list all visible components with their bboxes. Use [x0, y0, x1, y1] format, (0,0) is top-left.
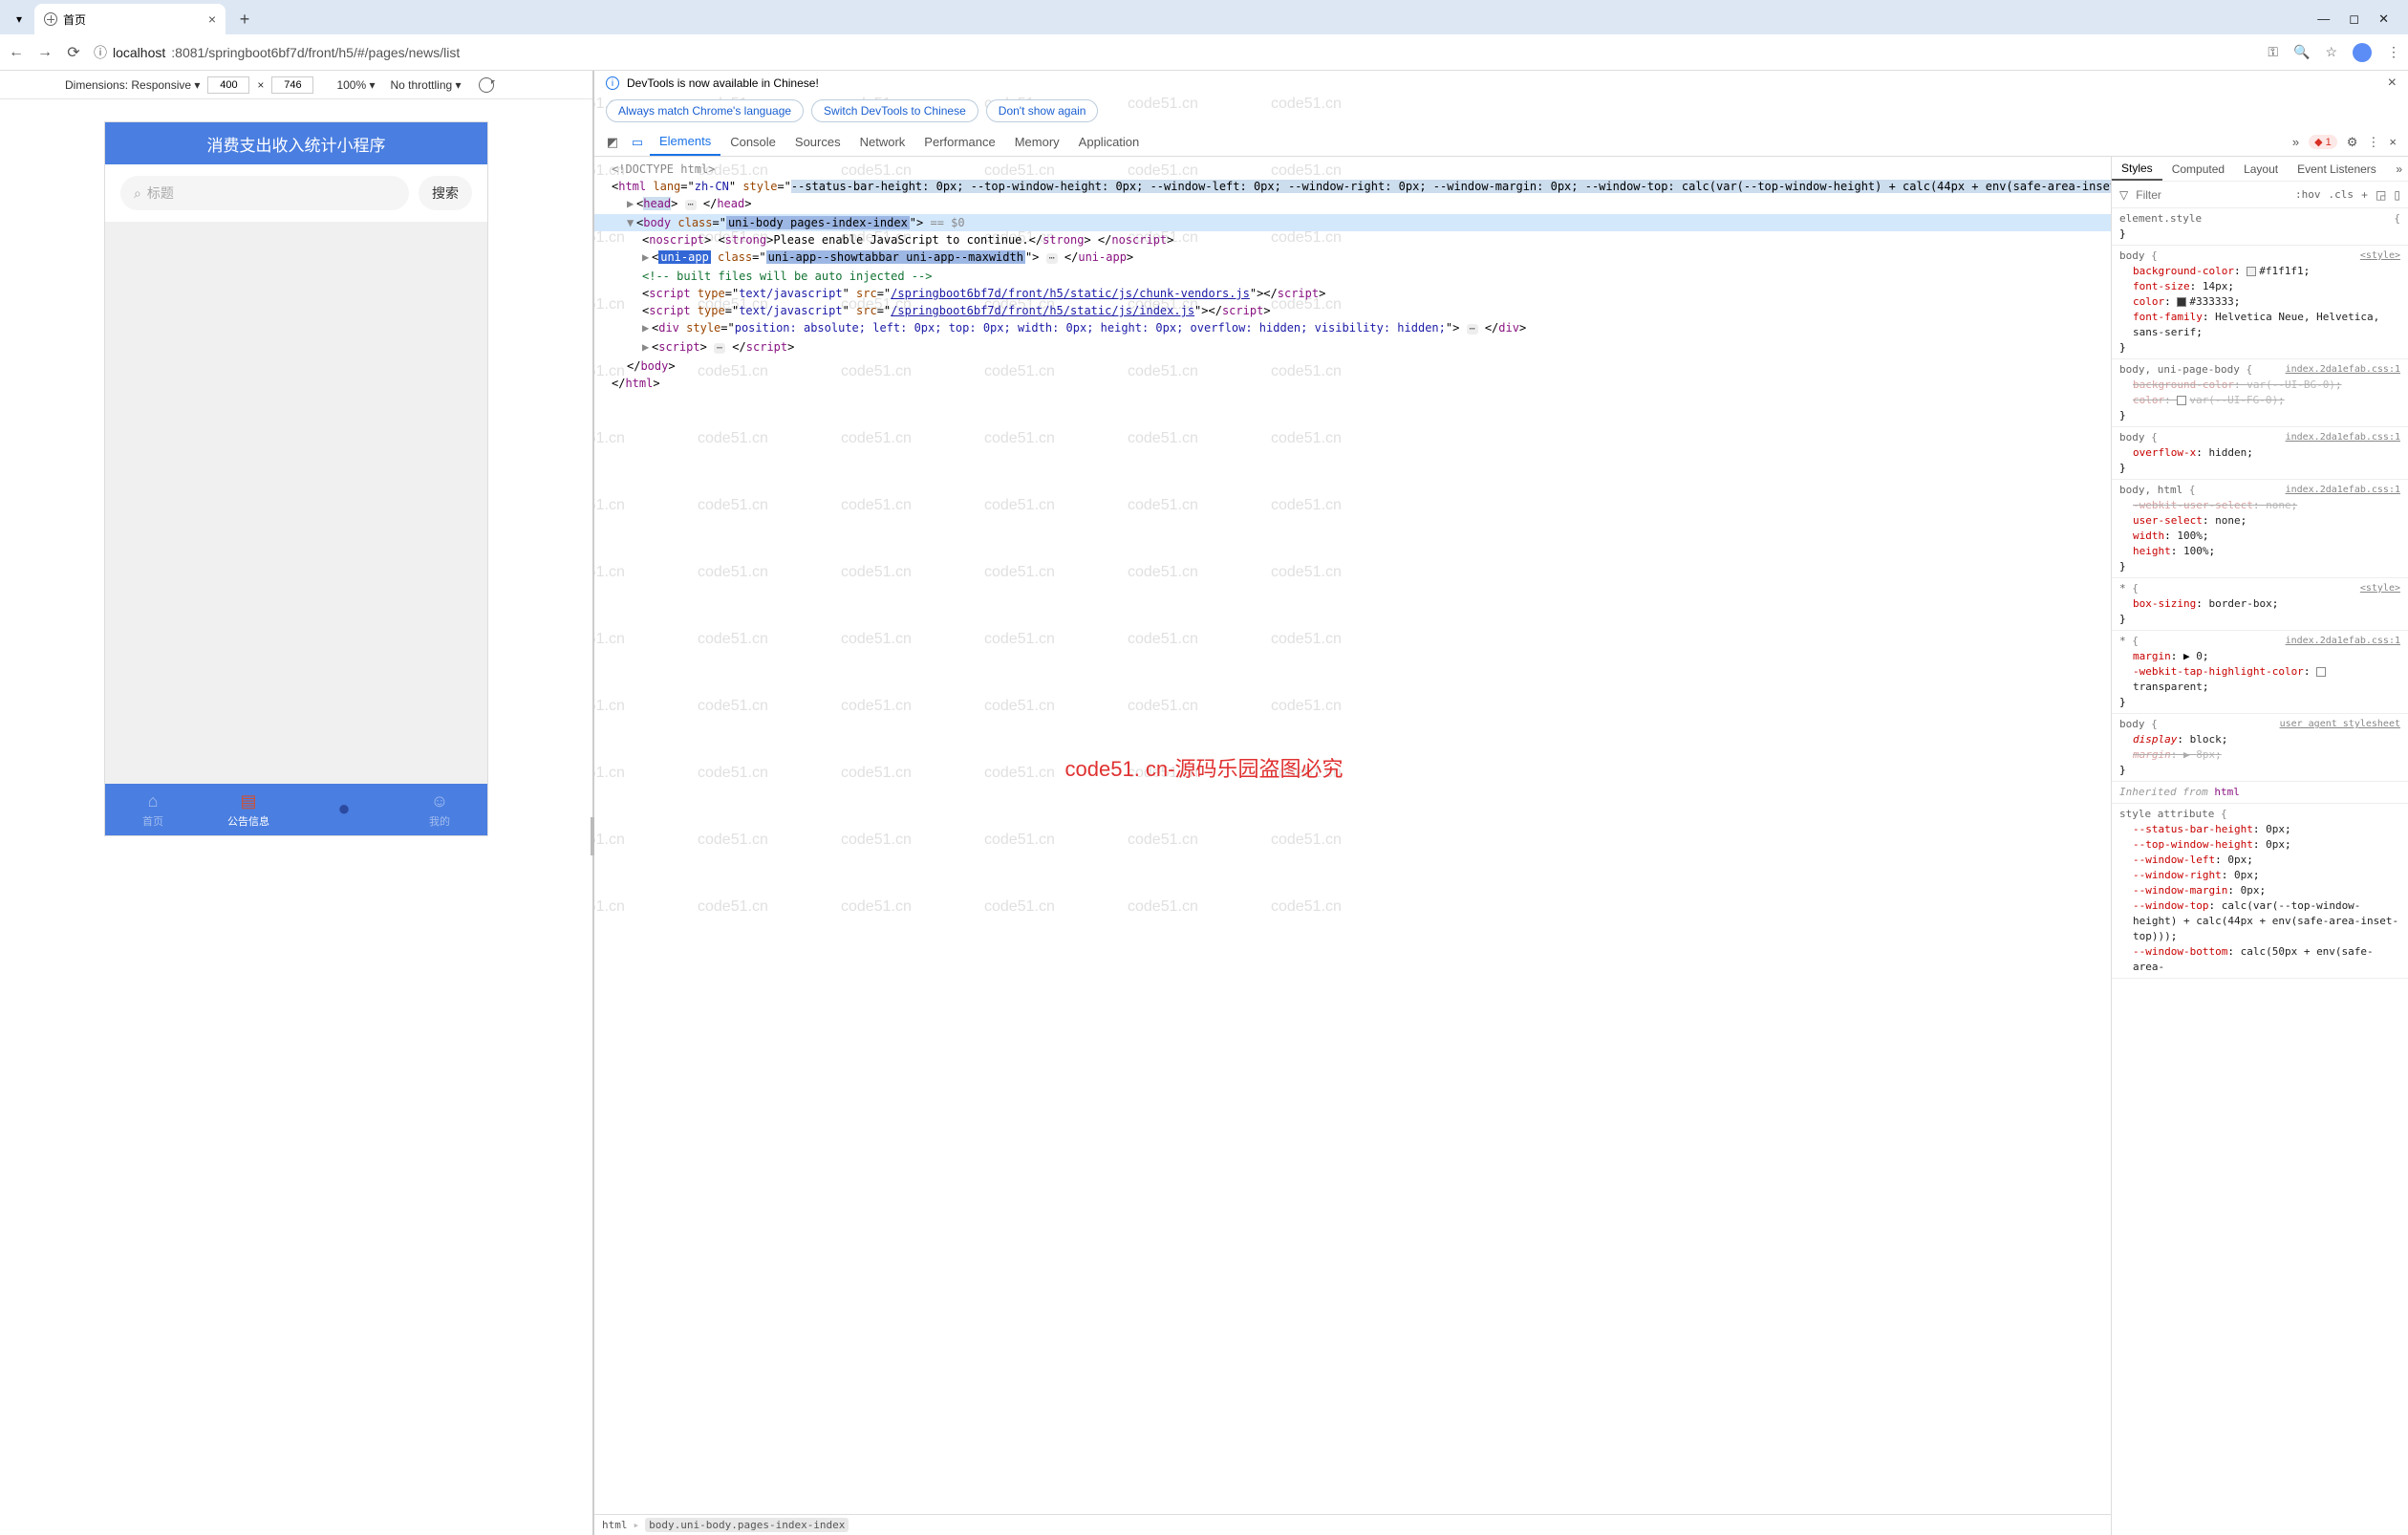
toggle-pane-icon[interactable]: ▯ [2394, 188, 2400, 202]
notice-text: DevTools is now available in Chinese! [627, 76, 819, 90]
dimensions-dropdown[interactable]: Dimensions: Responsive ▾ [65, 78, 200, 92]
globe-icon [44, 12, 57, 26]
tab-application[interactable]: Application [1069, 128, 1150, 156]
tab-elements[interactable]: Elements [650, 128, 720, 156]
user-icon: ☺ [431, 791, 448, 811]
address-bar: ← → ⟳ ⓘ localhost :8081/springboot6bf7d/f… [0, 34, 2408, 71]
filter-icon: ▽ [2119, 188, 2128, 202]
more-tabs-icon[interactable]: » [2292, 135, 2299, 149]
device-toolbar: Dimensions: Responsive ▾ × 100% ▾ No thr… [0, 71, 592, 99]
news-icon: ▤ [240, 791, 256, 811]
filter-input[interactable] [2136, 188, 2288, 202]
crumb-body[interactable]: body.uni-body.pages-index-index [645, 1518, 849, 1532]
tabbar-news[interactable]: ▤ 公告信息 [201, 784, 296, 835]
maximize-icon[interactable]: ◻ [2349, 11, 2359, 27]
new-rule-icon[interactable]: + [2361, 188, 2368, 202]
kebab-icon[interactable]: ⋮ [2367, 135, 2379, 150]
tab-network[interactable]: Network [850, 128, 915, 156]
search-input[interactable]: ⌕ 标题 [120, 176, 409, 210]
tab-performance[interactable]: Performance [914, 128, 1004, 156]
cls-toggle[interactable]: .cls [2329, 188, 2354, 201]
tabbar-mine[interactable]: ☺ 我的 [392, 784, 487, 835]
throttling-dropdown[interactable]: No throttling ▾ [391, 78, 462, 92]
device-toggle-icon[interactable]: ▭ [625, 128, 650, 156]
menu-icon[interactable]: ⋮ [2387, 44, 2400, 60]
url-field[interactable]: ⓘ localhost :8081/springboot6bf7d/front/h… [94, 43, 2256, 62]
new-tab-button[interactable]: + [231, 6, 258, 32]
dom-tree[interactable]: <!DOCTYPE html> <html lang="zh-CN" style… [594, 157, 2111, 1514]
zoom-icon[interactable]: 🔍 [2293, 44, 2310, 60]
tab-title: 首页 [63, 11, 86, 28]
tab-console[interactable]: Console [720, 128, 785, 156]
tab-list-dropdown[interactable]: ▾ [8, 8, 31, 31]
hov-toggle[interactable]: :hov [2295, 188, 2321, 201]
center-icon: ● [337, 796, 350, 821]
info-icon: i [606, 76, 619, 90]
browser-tab[interactable]: 首页 × [34, 4, 226, 34]
browser-titlebar: ▾ 首页 × + — ◻ ✕ [0, 0, 2408, 34]
notice-buttons: Always match Chrome's language Switch De… [594, 94, 2408, 128]
password-icon[interactable]: ⚿ [2268, 44, 2278, 60]
rotate-icon[interactable] [475, 74, 497, 96]
close-devtools-icon[interactable]: × [2389, 135, 2397, 149]
devtools-tabs: ◩ ▭ Elements Console Sources Network Per… [594, 128, 2408, 157]
tab-sources[interactable]: Sources [785, 128, 850, 156]
back-icon[interactable]: ← [8, 44, 25, 61]
phone-frame: 消费支出收入统计小程序 ⌕ 标题 搜索 ⌂ 首页 [105, 122, 487, 835]
profile-avatar[interactable] [2353, 43, 2372, 62]
styles-filter-row: ▽ :hov .cls + ◲ ▯ [2112, 182, 2408, 208]
minimize-icon[interactable]: — [2317, 11, 2330, 27]
dimension-separator: × [257, 78, 264, 92]
styles-tab-styles[interactable]: Styles [2112, 157, 2162, 181]
close-notice-icon[interactable]: × [2388, 75, 2397, 92]
width-input[interactable] [207, 76, 249, 94]
reload-icon[interactable]: ⟳ [65, 44, 82, 61]
tab-memory[interactable]: Memory [1005, 128, 1069, 156]
styles-tab-layout[interactable]: Layout [2234, 157, 2288, 181]
device-viewport: 消费支出收入统计小程序 ⌕ 标题 搜索 ⌂ 首页 [0, 99, 592, 1535]
window-controls: — ◻ ✕ [2317, 11, 2400, 34]
home-icon: ⌂ [148, 791, 159, 811]
crumb-html[interactable]: html [602, 1519, 628, 1531]
app-body [105, 222, 487, 784]
device-pane: Dimensions: Responsive ▾ × 100% ▾ No thr… [0, 71, 594, 1535]
tabbar-home[interactable]: ⌂ 首页 [105, 784, 201, 835]
elements-panel: <!DOCTYPE html> <html lang="zh-CN" style… [594, 157, 2112, 1535]
dont-show-button[interactable]: Don't show again [986, 99, 1099, 122]
always-match-button[interactable]: Always match Chrome's language [606, 99, 804, 122]
tabbar: ⌂ 首页 ▤ 公告信息 ● ☺ 我的 [105, 784, 487, 835]
settings-icon[interactable]: ⚙ [2347, 135, 2358, 150]
toggle-common-icon[interactable]: ◲ [2376, 188, 2386, 202]
search-icon: ⌕ [134, 185, 141, 202]
site-info-icon[interactable]: ⓘ [94, 43, 107, 62]
close-window-icon[interactable]: ✕ [2378, 11, 2389, 27]
breadcrumbs[interactable]: html ▸ body.uni-body.pages-index-index [594, 1514, 2111, 1535]
styles-tabs: Styles Computed Layout Event Listeners » [2112, 157, 2408, 182]
search-button[interactable]: 搜索 [419, 176, 472, 210]
inspect-icon[interactable]: ◩ [600, 128, 625, 156]
app-header: 消费支出收入统计小程序 [105, 122, 487, 164]
devtools-notice: i DevTools is now available in Chinese! … [594, 71, 2408, 94]
bookmark-icon[interactable]: ☆ [2325, 44, 2337, 60]
rules-list[interactable]: element.style { } body {<style> backgrou… [2112, 208, 2408, 1535]
url-host: localhost [113, 45, 165, 60]
styles-tab-listeners[interactable]: Event Listeners [2288, 157, 2386, 181]
close-tab-icon[interactable]: × [208, 11, 216, 27]
search-placeholder: 标题 [147, 184, 174, 203]
styles-pane: Styles Computed Layout Event Listeners »… [2112, 157, 2408, 1535]
split-handle[interactable] [591, 817, 594, 855]
height-input[interactable] [271, 76, 313, 94]
url-path: :8081/springboot6bf7d/front/h5/#/pages/n… [171, 45, 460, 60]
devtools: i DevTools is now available in Chinese! … [594, 71, 2408, 1535]
more-styles-tabs-icon[interactable]: » [2390, 157, 2408, 181]
zoom-dropdown[interactable]: 100% ▾ [336, 78, 375, 92]
error-badge[interactable]: ◆ 1 [2309, 135, 2337, 149]
search-row: ⌕ 标题 搜索 [105, 164, 487, 222]
switch-chinese-button[interactable]: Switch DevTools to Chinese [811, 99, 978, 122]
forward-icon[interactable]: → [36, 44, 54, 61]
styles-tab-computed[interactable]: Computed [2162, 157, 2234, 181]
tabbar-center[interactable]: ● [296, 784, 392, 835]
